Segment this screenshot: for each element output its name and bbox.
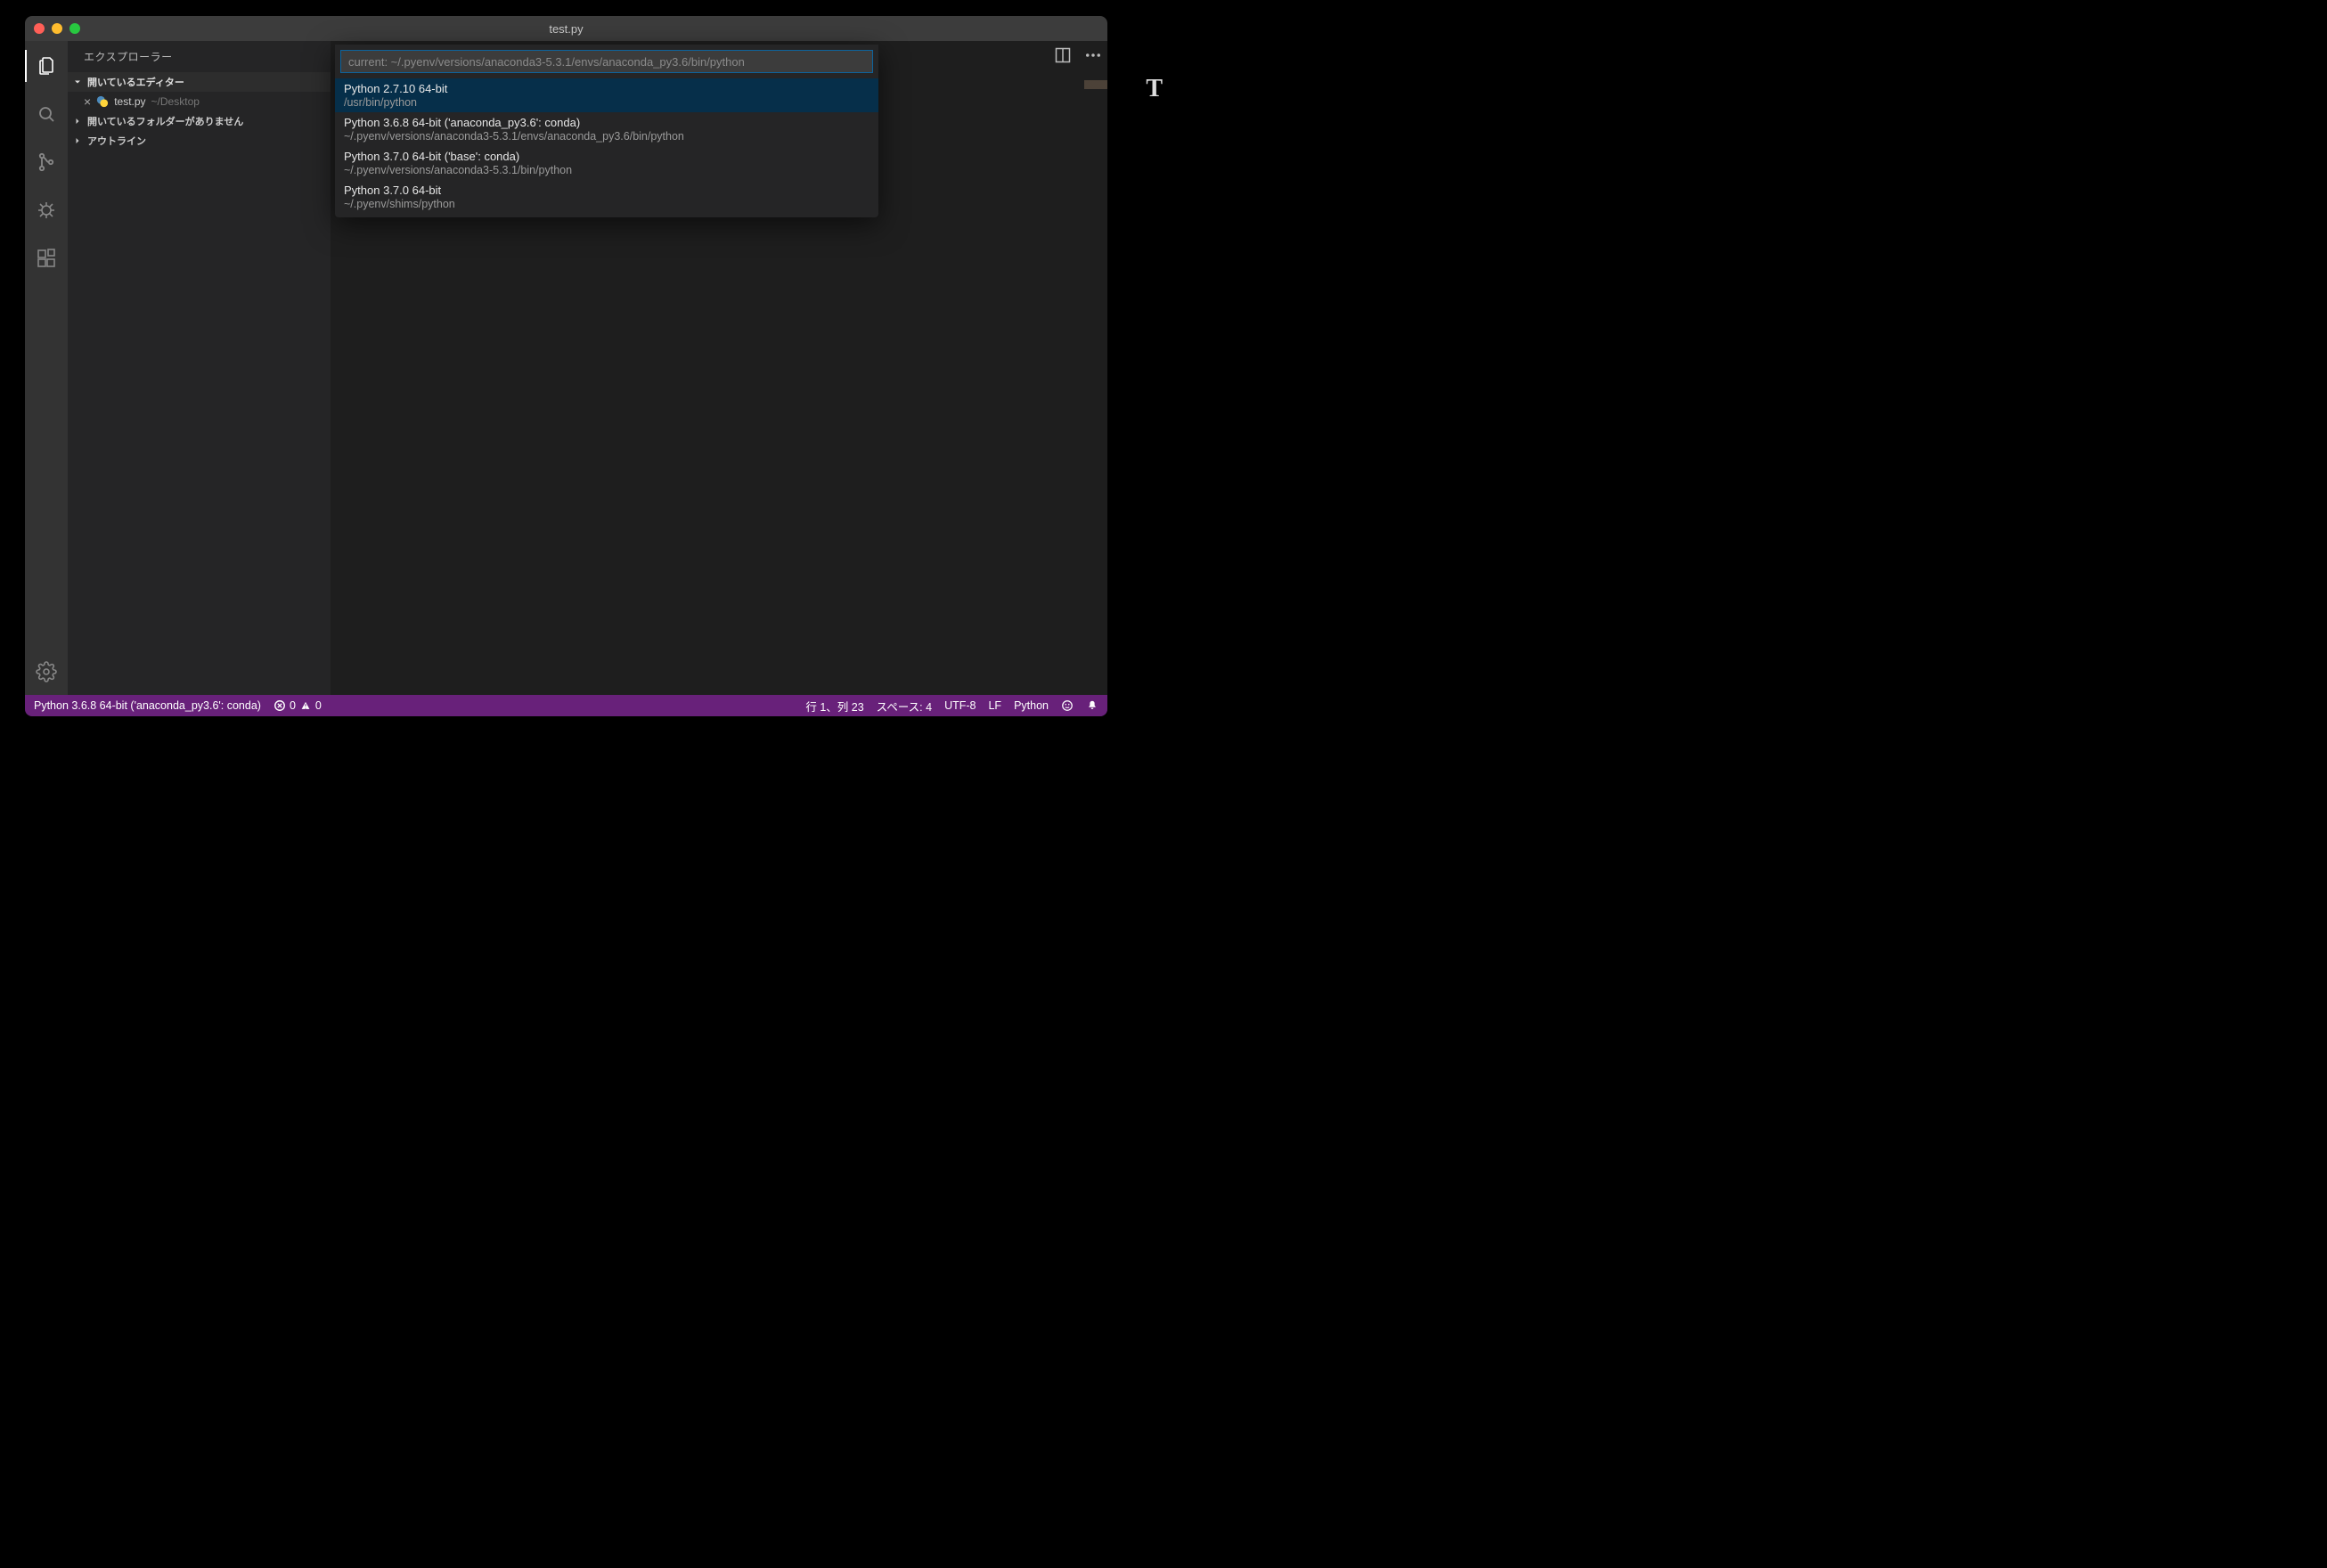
chevron-right-icon [71,115,84,127]
decor-big-t: T [1146,75,1163,103]
chevron-down-icon [71,76,84,88]
source-control-icon [36,151,57,173]
quick-pick-item-title: Python 2.7.10 64-bit [344,82,870,95]
smiley-icon [1061,699,1074,712]
error-count: 0 [290,699,296,712]
split-editor-button[interactable] [1054,46,1072,64]
language-mode-status[interactable]: Python [1014,699,1049,712]
interpreter-label: Python 3.6.8 64-bit ('anaconda_py3.6': c… [34,699,261,712]
bell-icon [1086,699,1098,712]
app-window: test.py エクスプローラー [25,16,1107,716]
search-icon [36,103,57,125]
quick-pick-item-title: Python 3.7.0 64-bit [344,184,870,197]
scm-activity[interactable] [25,144,68,180]
explorer-activity[interactable] [25,48,68,84]
titlebar: test.py [25,16,1107,41]
open-editor-item[interactable]: × test.py ~/Desktop [68,92,331,111]
python-interpreter-status[interactable]: Python 3.6.8 64-bit ('anaconda_py3.6': c… [34,699,261,712]
open-editor-filename: test.py [114,95,145,108]
error-icon [274,699,286,712]
quick-pick-item-detail: ~/.pyenv/shims/python [344,198,870,210]
open-editors-section[interactable]: 開いているエディター [68,72,331,92]
open-editor-path: ~/Desktop [151,95,200,108]
settings-activity[interactable] [25,654,68,690]
extensions-icon [36,248,57,269]
eol-status[interactable]: LF [988,699,1001,712]
sidebar: エクスプローラー 開いているエディター × test.py ~/Desktop [68,41,331,695]
python-file-icon [96,95,109,108]
quick-pick-item-detail: ~/.pyenv/versions/anaconda3-5.3.1/envs/a… [344,130,870,143]
quick-pick-item[interactable]: Python 3.7.0 64-bit ('base': conda)~/.py… [335,146,878,180]
quick-pick-item-detail: /usr/bin/python [344,96,870,109]
feedback-status[interactable] [1061,699,1074,712]
quick-pick-item-detail: ~/.pyenv/versions/anaconda3-5.3.1/bin/py… [344,164,870,176]
quick-pick-item-title: Python 3.6.8 64-bit ('anaconda_py3.6': c… [344,116,870,129]
warning-count: 0 [315,699,322,712]
search-activity[interactable] [25,96,68,132]
split-icon [1054,46,1072,64]
encoding-status[interactable]: UTF-8 [944,699,976,712]
outline-label: アウトライン [87,134,146,148]
open-editors-label: 開いているエディター [87,75,184,89]
indentation-status[interactable]: スペース: 4 [877,698,932,715]
cursor-position-status[interactable]: 行 1、列 23 [805,698,863,715]
outline-section[interactable]: アウトライン [68,131,331,151]
quick-pick-item[interactable]: Python 3.7.0 64-bit~/.pyenv/shims/python [335,180,878,214]
close-editor-button[interactable]: × [84,95,91,108]
minimap[interactable] [1084,80,1107,89]
quick-pick-item[interactable]: Python 2.7.10 64-bit/usr/bin/python [335,78,878,112]
ellipsis-icon [1084,46,1102,64]
notifications-status[interactable] [1086,699,1098,712]
window-title: test.py [25,22,1107,36]
gear-icon [36,661,57,682]
editor-title-actions [1054,46,1102,64]
no-folder-section[interactable]: 開いているフォルダーがありません [68,111,331,131]
no-folder-label: 開いているフォルダーがありません [87,114,243,128]
more-actions-button[interactable] [1084,46,1102,64]
problems-status[interactable]: 0 0 [274,699,322,712]
status-bar: Python 3.6.8 64-bit ('anaconda_py3.6': c… [25,695,1107,716]
quick-pick-input[interactable] [340,50,873,73]
quick-pick-item[interactable]: Python 3.6.8 64-bit ('anaconda_py3.6': c… [335,112,878,146]
warning-icon [299,699,312,712]
activity-bar [25,41,68,695]
chevron-right-icon [71,135,84,147]
debug-activity[interactable] [25,192,68,228]
sidebar-title: エクスプローラー [68,41,331,72]
files-icon [36,55,57,77]
quick-pick: Python 2.7.10 64-bit/usr/bin/pythonPytho… [335,45,878,217]
extensions-activity[interactable] [25,241,68,276]
quick-pick-item-title: Python 3.7.0 64-bit ('base': conda) [344,150,870,163]
debug-icon [36,200,57,221]
